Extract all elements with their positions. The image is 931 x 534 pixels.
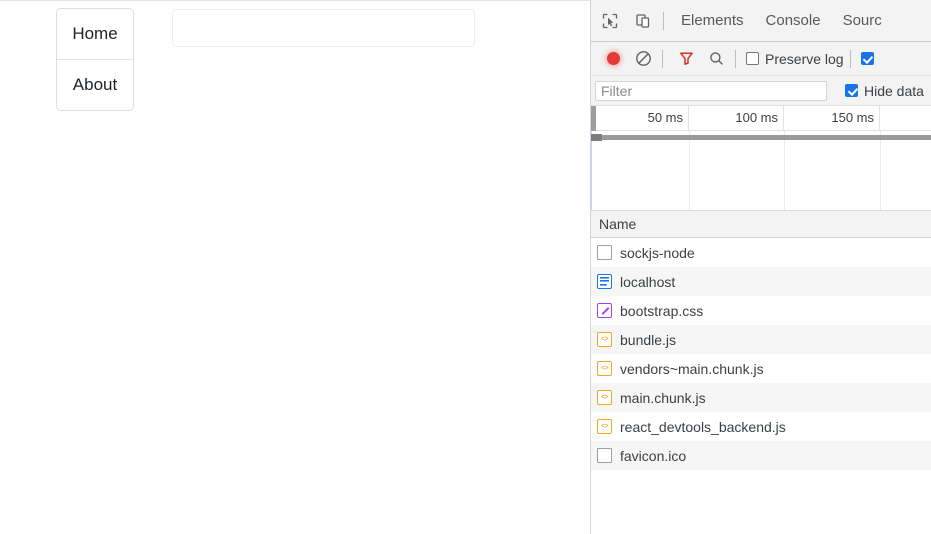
nav-item-about[interactable]: About — [57, 59, 133, 110]
requests-table-header: Name — [591, 211, 931, 238]
table-row[interactable]: bootstrap.css — [591, 296, 931, 325]
record-stop-icon[interactable] — [600, 46, 626, 72]
table-row[interactable]: react_devtools_backend.js — [591, 412, 931, 441]
overview-gridline — [689, 131, 690, 210]
overview-gridline — [784, 131, 785, 210]
filter-row: Hide data — [591, 76, 931, 106]
table-row[interactable]: favicon.ico — [591, 441, 931, 470]
table-row[interactable]: main.chunk.js — [591, 383, 931, 412]
ruler-tick: 50 ms — [591, 106, 689, 131]
nav-list-group: Home About — [56, 8, 134, 111]
request-name: favicon.ico — [620, 447, 687, 464]
preserve-log-label: Preserve log — [765, 50, 844, 67]
nav-item-home-label: Home — [72, 24, 118, 43]
tabstrip-divider — [663, 11, 664, 30]
overview-graph[interactable] — [591, 131, 931, 210]
search-icon[interactable] — [703, 46, 729, 72]
filter-funnel-icon[interactable] — [673, 46, 699, 72]
tab-elements[interactable]: Elements — [670, 0, 755, 41]
toolbar-divider-1 — [662, 49, 663, 68]
file-type-script-icon — [597, 361, 612, 376]
table-row[interactable]: localhost — [591, 267, 931, 296]
overview-ruler[interactable]: 50 ms 100 ms 150 ms 20 — [591, 106, 931, 131]
network-overview[interactable]: 50 ms 100 ms 150 ms 20 — [591, 106, 931, 211]
clear-icon[interactable] — [630, 46, 656, 72]
table-row[interactable]: sockjs-node — [591, 238, 931, 267]
request-name: bootstrap.css — [620, 302, 704, 319]
request-name: bundle.js — [620, 331, 677, 348]
table-row[interactable]: bundle.js — [591, 325, 931, 354]
toolbar-divider-3 — [849, 49, 851, 68]
filter-input[interactable] — [595, 80, 827, 101]
devtools-tabstrip: Elements Console Sourc — [591, 0, 931, 42]
file-type-other-icon — [597, 448, 612, 463]
file-type-script-icon — [597, 419, 612, 434]
request-name: react_devtools_backend.js — [620, 418, 786, 435]
preserve-log-box — [746, 52, 759, 65]
preserve-log-checkbox[interactable]: Preserve log — [746, 51, 844, 67]
column-header-name[interactable]: Name — [591, 216, 636, 232]
web-page-viewport: Home About — [0, 0, 590, 534]
hide-data-urls-label: Hide data — [864, 82, 924, 99]
tab-sources[interactable]: Sourc — [832, 0, 893, 41]
file-type-document-icon — [597, 274, 612, 289]
record-dot — [606, 52, 620, 65]
inspect-element-icon[interactable] — [596, 7, 624, 35]
overview-request-band-start — [591, 134, 602, 141]
disable-cache-box — [860, 52, 874, 65]
network-toolbar: Preserve log — [591, 42, 931, 76]
request-name: localhost — [620, 273, 676, 290]
nav-item-home[interactable]: Home — [57, 9, 133, 59]
ruler-tick-label: 150 ms — [831, 110, 874, 125]
nav-item-about-label: About — [72, 75, 118, 94]
toolbar-divider-2 — [735, 49, 736, 68]
file-type-script-icon — [597, 390, 612, 405]
ruler-tick: 150 ms — [784, 106, 880, 131]
ruler-tick-label: 50 ms — [647, 110, 683, 125]
hide-data-urls-box — [845, 84, 858, 97]
overview-gridline — [880, 131, 881, 210]
content-card — [172, 9, 475, 47]
tab-console[interactable]: Console — [755, 0, 832, 41]
ruler-tick: 20 — [880, 106, 931, 131]
devtools-panel: Elements Console Sourc Preserve log Filt… — [590, 0, 931, 534]
device-toolbar-icon[interactable] — [629, 7, 657, 35]
request-name: main.chunk.js — [620, 389, 706, 406]
disable-cache-checkbox[interactable] — [860, 52, 874, 65]
overview-left-edge — [591, 131, 592, 210]
ruler-tick: 100 ms — [689, 106, 784, 131]
request-name: vendors~main.chunk.js — [620, 360, 764, 377]
file-type-script-icon — [597, 332, 612, 347]
page-top-divider — [0, 0, 590, 1]
requests-table-body: sockjs-node localhost bootstrap.css bund… — [591, 238, 931, 470]
ruler-tick-label: 100 ms — [735, 110, 778, 125]
file-type-stylesheet-icon — [597, 303, 612, 318]
hide-data-urls-checkbox[interactable]: Hide data — [845, 83, 924, 99]
table-row[interactable]: vendors~main.chunk.js — [591, 354, 931, 383]
screenshot-root: Home About Elements Console Sourc Preser… — [0, 0, 931, 534]
request-name: sockjs-node — [620, 244, 695, 261]
file-type-other-icon — [597, 245, 612, 260]
overview-request-band — [591, 135, 931, 140]
